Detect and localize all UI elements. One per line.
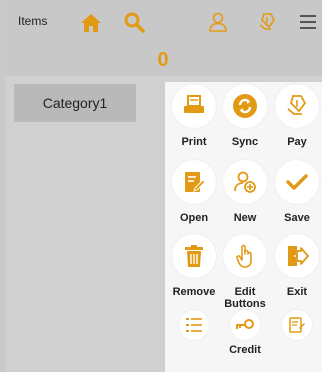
list-icon bbox=[186, 318, 202, 332]
remove-icon-wrap bbox=[172, 234, 216, 278]
pay-button[interactable]: Pay bbox=[270, 84, 322, 148]
pay-icon-wrap bbox=[275, 84, 319, 128]
pay-label: Pay bbox=[287, 136, 307, 148]
page-title: Items bbox=[18, 14, 48, 28]
home-icon[interactable] bbox=[80, 12, 102, 34]
edit-buttons-label: Edit Buttons bbox=[224, 286, 266, 310]
user-icon[interactable] bbox=[207, 11, 229, 33]
edit-buttons-icon-wrap bbox=[223, 234, 267, 278]
edit-buttons-label-line1: Edit bbox=[234, 286, 256, 298]
remove-label: Remove bbox=[172, 286, 216, 298]
save-label: Save bbox=[284, 212, 310, 224]
add-user-icon bbox=[234, 171, 256, 193]
key-icon bbox=[236, 319, 254, 329]
edit-buttons-button[interactable]: Edit Buttons bbox=[218, 234, 272, 310]
sync-button[interactable]: Sync bbox=[218, 84, 272, 148]
print-label: Print bbox=[181, 136, 207, 148]
item-count: 0 bbox=[157, 49, 169, 71]
cash-hand-icon[interactable] bbox=[256, 11, 278, 33]
sync-icon bbox=[233, 94, 257, 118]
print-icon bbox=[184, 95, 204, 113]
exit-button[interactable]: Exit bbox=[270, 234, 322, 298]
open-icon-wrap bbox=[172, 160, 216, 204]
notes-button[interactable] bbox=[270, 310, 322, 340]
open-button[interactable]: Open bbox=[167, 160, 221, 224]
hamburger-menu-icon[interactable] bbox=[299, 13, 317, 31]
exit-label: Exit bbox=[286, 286, 308, 298]
print-button[interactable]: Print bbox=[167, 84, 221, 148]
exit-icon-wrap bbox=[275, 234, 319, 278]
credit-icon-wrap bbox=[230, 310, 260, 340]
list-icon-wrap bbox=[179, 310, 209, 340]
open-document-icon bbox=[185, 172, 206, 192]
tap-hand-icon bbox=[236, 244, 252, 268]
check-icon bbox=[286, 174, 308, 190]
trash-icon bbox=[185, 245, 203, 267]
new-button[interactable]: New bbox=[218, 160, 272, 224]
category-button[interactable]: Category1 bbox=[14, 84, 136, 122]
sync-label: Sync bbox=[231, 136, 259, 148]
pay-icon bbox=[287, 95, 307, 115]
sync-icon-wrap bbox=[223, 84, 267, 128]
save-button[interactable]: Save bbox=[270, 160, 322, 224]
save-icon-wrap bbox=[275, 160, 319, 204]
credit-label: Credit bbox=[229, 344, 261, 356]
credit-button[interactable]: Credit bbox=[218, 310, 272, 356]
print-icon-wrap bbox=[172, 84, 216, 128]
notes-icon-wrap bbox=[282, 310, 312, 340]
search-icon[interactable] bbox=[123, 11, 145, 33]
open-label: Open bbox=[179, 212, 209, 224]
remove-button[interactable]: Remove bbox=[167, 234, 221, 298]
list-button[interactable] bbox=[167, 310, 221, 340]
notes-edit-icon bbox=[289, 317, 305, 333]
edit-buttons-label-line2: Buttons bbox=[224, 298, 266, 310]
new-icon-wrap bbox=[223, 160, 267, 204]
exit-door-icon bbox=[288, 246, 309, 266]
new-label: New bbox=[233, 212, 257, 224]
